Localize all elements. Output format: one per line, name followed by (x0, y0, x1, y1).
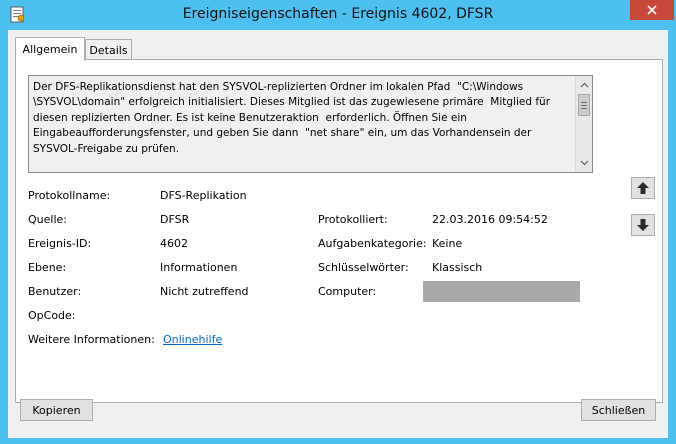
tab-allgemein[interactable]: Allgemein (15, 37, 85, 61)
value-benutzer: Nicht zutreffend (160, 285, 249, 298)
chevron-down-icon (580, 160, 588, 166)
label-schluesselwoerter: Schlüsselwörter: (318, 261, 409, 274)
value-quelle: DFSR (160, 213, 190, 226)
value-aufgabenkategorie: Keine (432, 237, 463, 250)
label-aufgabenkategorie: Aufgabenkategorie: (318, 237, 427, 250)
label-computer: Computer: (318, 285, 377, 298)
copy-button-label: Kopieren (32, 403, 81, 417)
arrow-down-icon (637, 219, 649, 231)
event-description-box[interactable]: Der DFS-Replikationsdienst hat den SYSVO… (28, 75, 593, 173)
tab-details[interactable]: Details (85, 39, 132, 61)
window-title: Ereigniseigenschaften - Ereignis 4602, D… (182, 6, 494, 22)
label-opcode: OpCode: (28, 309, 76, 322)
close-window-button[interactable] (630, 0, 674, 20)
close-icon (647, 5, 657, 15)
value-protokolliert: 22.03.2016 09:54:52 (432, 213, 548, 226)
label-ereignis-id: Ereignis-ID: (28, 237, 92, 250)
label-benutzer: Benutzer: (28, 285, 82, 298)
title-bar[interactable]: Ereigniseigenschaften - Ereignis 4602, D… (0, 0, 676, 30)
dialog-body: Allgemein Details Der DFS-Replikationsdi… (8, 30, 668, 438)
event-properties-window: Ereigniseigenschaften - Ereignis 4602, D… (0, 0, 676, 444)
tab-details-label: Details (89, 44, 128, 57)
close-button-label: Schließen (591, 403, 646, 417)
close-button[interactable]: Schließen (581, 399, 656, 421)
chevron-up-icon (580, 82, 588, 88)
next-event-button[interactable] (631, 214, 655, 236)
value-protokollname: DFS-Replikation (160, 189, 247, 202)
previous-event-button[interactable] (631, 177, 655, 199)
computer-value-redacted (423, 281, 580, 302)
tab-panel-allgemein: Der DFS-Replikationsdienst hat den SYSVO… (15, 59, 663, 403)
arrow-up-icon (637, 182, 649, 194)
label-quelle: Quelle: (28, 213, 67, 226)
tab-allgemein-label: Allgemein (22, 43, 78, 56)
scroll-thumb[interactable] (578, 94, 590, 116)
description-scrollbar[interactable] (575, 76, 592, 172)
label-weitere-informationen: Weitere Informationen: (28, 333, 155, 346)
value-ereignis-id: 4602 (160, 237, 188, 250)
label-protokollname: Protokollname: (28, 189, 111, 202)
scroll-down-button[interactable] (576, 155, 592, 171)
value-schluesselwoerter: Klassisch (432, 261, 483, 274)
window-bottom-border (0, 438, 676, 444)
value-ebene: Informationen (160, 261, 238, 274)
label-ebene: Ebene: (28, 261, 67, 274)
scroll-up-button[interactable] (576, 77, 592, 93)
label-protokolliert: Protokolliert: (318, 213, 388, 226)
event-description-text: Der DFS-Replikationsdienst hat den SYSVO… (33, 81, 551, 155)
copy-button[interactable]: Kopieren (20, 399, 93, 421)
onlinehilfe-link[interactable]: Onlinehilfe (163, 333, 222, 346)
